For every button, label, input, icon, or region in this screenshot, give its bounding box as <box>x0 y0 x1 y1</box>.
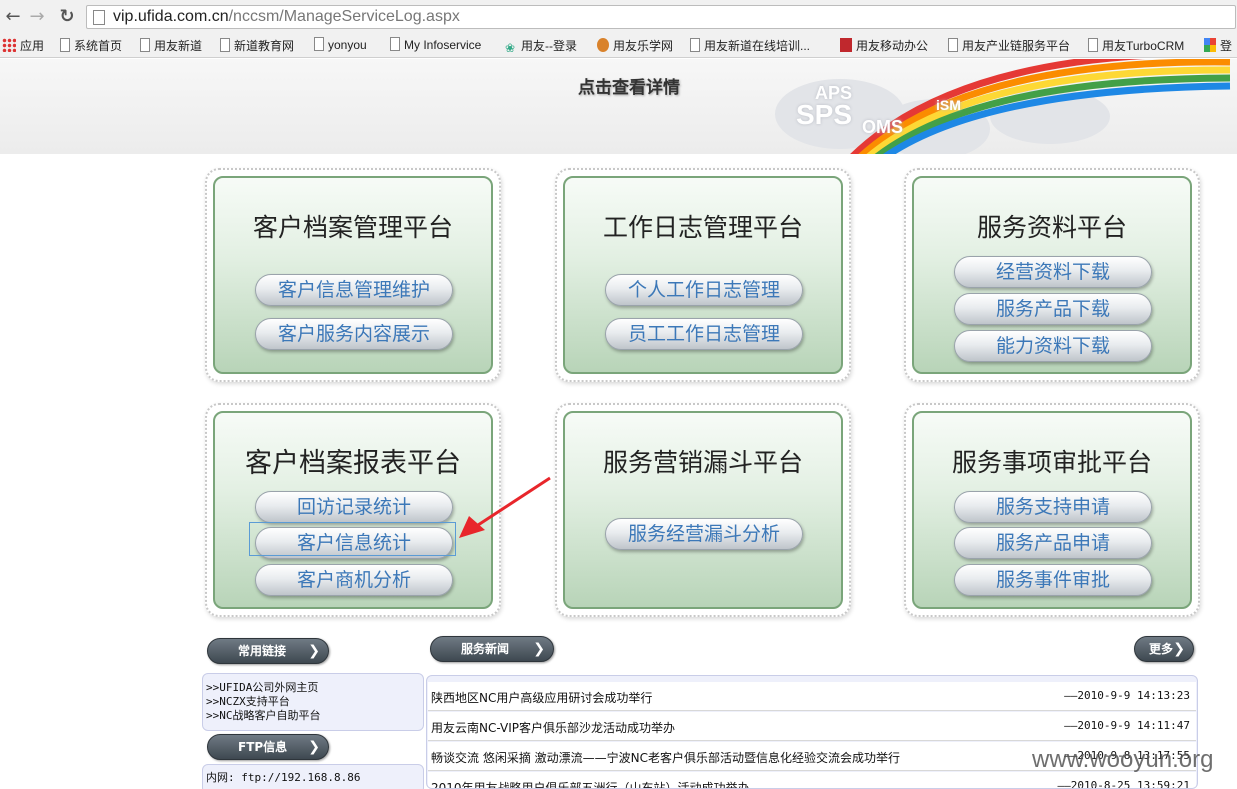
chevron-right-icon: ❯ <box>533 641 545 657</box>
reload-icon[interactable]: ↻ <box>56 6 78 27</box>
card-title[interactable]: 客户档案报表平台 <box>215 441 491 480</box>
banner-title[interactable]: 点击查看详情 <box>578 73 680 98</box>
globe-icon <box>597 38 609 52</box>
page-icon <box>314 37 324 51</box>
common-links-box: >>UFIDA公司外网主页 >>NCZX支持平台 >>NC战略客户自助平台 <box>202 673 424 731</box>
banner-word: OMS <box>862 117 904 137</box>
rainbow-decoration <box>850 59 1231 154</box>
bookmark-item[interactable]: 用友移动办公 <box>840 37 928 54</box>
logo-icon <box>840 38 852 52</box>
customer-service-display-button[interactable]: 客户服务内容展示 <box>255 318 453 350</box>
page-icon <box>948 38 958 52</box>
service-support-request-button[interactable]: 服务支持申请 <box>954 491 1152 523</box>
google-icon <box>1204 38 1216 52</box>
personal-work-log-button[interactable]: 个人工作日志管理 <box>605 274 803 306</box>
service-news-tab[interactable]: 服务新闻 ❯ <box>430 636 554 662</box>
service-product-download-button[interactable]: 服务产品下载 <box>954 293 1152 325</box>
forward-icon[interactable]: → <box>26 6 48 27</box>
platform-card: 服务资料平台 经营资料下载 服务产品下载 能力资料下载 <box>904 168 1200 382</box>
news-item[interactable]: 陕西地区NC用户高级应用研讨会成功举行 ——2010-9-9 14:13:23 <box>428 682 1196 711</box>
leaf-icon: ❀ <box>505 41 516 55</box>
service-marketing-funnel-card: 服务营销漏斗平台 服务经营漏斗分析 <box>563 411 843 609</box>
address-bar[interactable]: vip.ufida.com.cn/nccsm/ManageServiceLog.… <box>86 5 1236 29</box>
ftp-intranet-line: 内网: ftp://192.168.8.86 <box>206 771 361 784</box>
page-icon <box>690 38 700 52</box>
url-text: vip.ufida.com.cn/nccsm/ManageServiceLog.… <box>113 8 460 25</box>
bookmark-apps[interactable]: 应用 <box>2 37 44 54</box>
bookmark-item[interactable]: 用友产业链服务平台 <box>948 37 1070 54</box>
bookmark-item[interactable]: 系统首页 <box>60 37 122 54</box>
work-log-management-card: 工作日志管理平台 个人工作日志管理 员工工作日志管理 <box>563 176 843 374</box>
annotation-highlight-box <box>249 522 456 556</box>
watermark: www.wooyun.org <box>1032 746 1214 773</box>
platform-card: 服务营销漏斗平台 服务经营漏斗分析 <box>555 403 851 617</box>
card-title[interactable]: 工作日志管理平台 <box>565 208 841 244</box>
bookmark-item[interactable]: ❀ 用友--登录 <box>505 37 577 55</box>
chevron-right-icon: ❯ <box>308 739 320 755</box>
ftp-info-tab[interactable]: FTP信息 ❯ <box>207 734 329 760</box>
bookmarks-bar: 应用 系统首页 用友新道 新道教育网 yonyou My Infoservice… <box>0 34 1237 58</box>
employee-work-log-button[interactable]: 员工工作日志管理 <box>605 318 803 350</box>
platform-card: 客户档案管理平台 客户信息管理维护 客户服务内容展示 <box>205 168 501 382</box>
capability-materials-download-button[interactable]: 能力资料下载 <box>954 330 1152 362</box>
bookmark-item[interactable]: 用友TurboCRM <box>1088 37 1184 54</box>
card-title[interactable]: 服务营销漏斗平台 <box>565 443 841 479</box>
customer-archive-management-card: 客户档案管理平台 客户信息管理维护 客户服务内容展示 <box>213 176 493 374</box>
bookmark-item[interactable]: My Infoservice <box>390 37 481 52</box>
service-materials-card: 服务资料平台 经营资料下载 服务产品下载 能力资料下载 <box>912 176 1192 374</box>
customer-info-maintenance-button[interactable]: 客户信息管理维护 <box>255 274 453 306</box>
bookmark-item[interactable]: 登 <box>1204 37 1232 54</box>
card-title[interactable]: 客户档案管理平台 <box>215 208 491 244</box>
visit-record-statistics-button[interactable]: 回访记录统计 <box>255 491 453 523</box>
news-item[interactable]: 用友云南NC-VIP客户俱乐部沙龙活动成功举办 ——2010-9-9 14:11… <box>428 712 1196 741</box>
bookmark-item[interactable]: 用友乐学网 <box>597 37 673 54</box>
apps-grid-icon <box>2 38 16 52</box>
page-icon <box>93 10 105 25</box>
page-icon <box>1088 38 1098 52</box>
customer-opportunity-analysis-button[interactable]: 客户商机分析 <box>255 564 453 596</box>
bookmark-item[interactable]: yonyou <box>314 37 367 52</box>
chevron-right-icon: ❯ <box>1173 641 1185 657</box>
annotation-arrow-icon <box>459 476 551 538</box>
common-links-tab[interactable]: 常用链接 ❯ <box>207 638 329 664</box>
service-funnel-analysis-button[interactable]: 服务经营漏斗分析 <box>605 518 803 550</box>
page-icon <box>390 37 400 51</box>
banner-word: SPS <box>796 99 853 130</box>
news-item[interactable]: 2010年用友战略用户俱乐部五洲行（山东站）活动成功举办 ——2010-8-25… <box>428 772 1196 788</box>
bookmark-item[interactable]: 新道教育网 <box>220 37 294 54</box>
page-icon <box>220 38 230 52</box>
service-event-approval-button[interactable]: 服务事件审批 <box>954 564 1152 596</box>
browser-toolbar: ← → ↻ vip.ufida.com.cn/nccsm/ManageServi… <box>0 0 1237 34</box>
customer-archive-report-card: 客户档案报表平台 回访记录统计 客户信息统计 客户商机分析 <box>213 411 493 609</box>
page-icon <box>60 38 70 52</box>
service-approval-card: 服务事项审批平台 服务支持申请 服务产品申请 服务事件审批 <box>912 411 1192 609</box>
page-icon <box>140 38 150 52</box>
link-nczx-support[interactable]: >>NCZX支持平台 <box>203 695 423 709</box>
business-materials-download-button[interactable]: 经营资料下载 <box>954 256 1152 288</box>
chevron-right-icon: ❯ <box>308 643 320 659</box>
platform-card: 服务事项审批平台 服务支持申请 服务产品申请 服务事件审批 <box>904 403 1200 617</box>
more-news-button[interactable]: 更多 ❯ <box>1134 636 1194 662</box>
header-banner: APS SPS OMS iSM 点击查看详情 <box>0 59 1237 154</box>
link-nc-strategic-portal[interactable]: >>NC战略客户自助平台 <box>203 709 423 723</box>
bookmark-item[interactable]: 用友新道在线培训... <box>690 37 810 54</box>
service-product-request-button[interactable]: 服务产品申请 <box>954 527 1152 559</box>
card-title[interactable]: 服务资料平台 <box>914 208 1190 244</box>
card-title[interactable]: 服务事项审批平台 <box>914 443 1190 479</box>
back-icon[interactable]: ← <box>2 6 24 27</box>
bookmark-item[interactable]: 用友新道 <box>140 37 202 54</box>
banner-word: iSM <box>936 97 961 113</box>
ftp-info-box: 内网: ftp://192.168.8.86 <box>202 764 424 789</box>
platform-card: 工作日志管理平台 个人工作日志管理 员工工作日志管理 <box>555 168 851 382</box>
link-ufida-homepage[interactable]: >>UFIDA公司外网主页 <box>203 681 423 695</box>
